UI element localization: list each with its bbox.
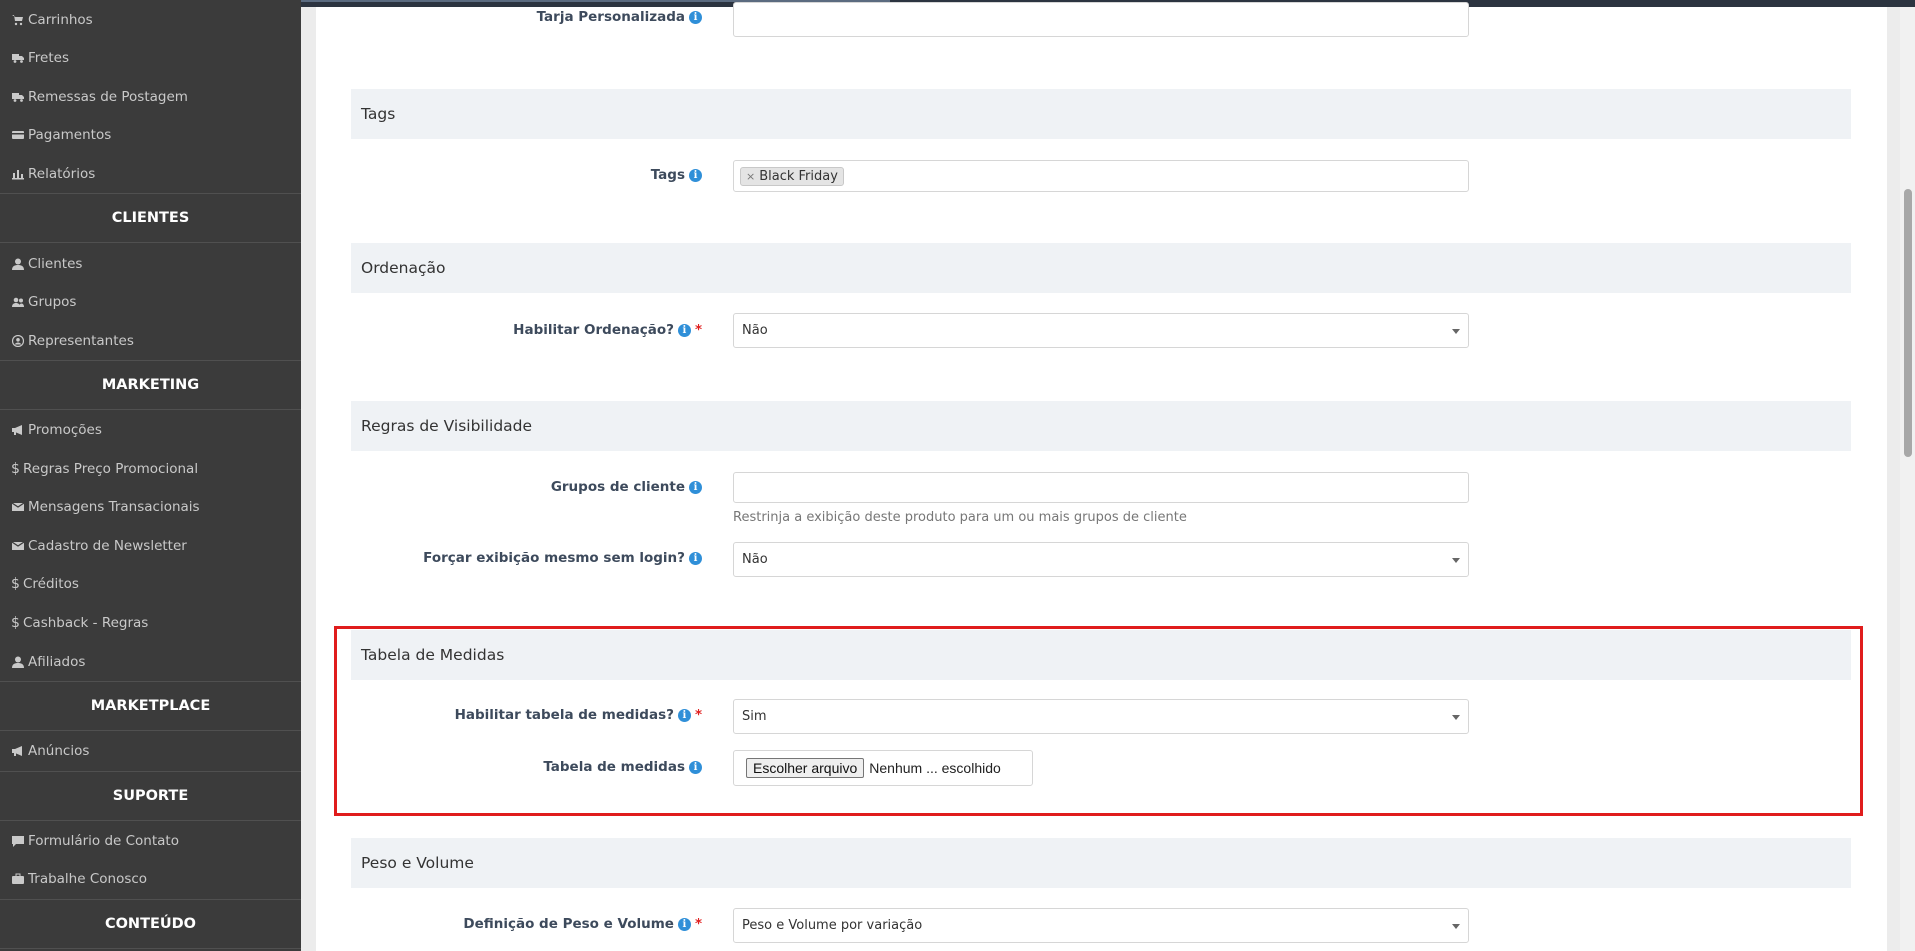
sidebar-item-regras-preco[interactable]: $ Regras Preço Promocional bbox=[0, 450, 301, 488]
sidebar-item-label: Formulário de Contato bbox=[28, 833, 179, 849]
sidebar-item-label: Clientes bbox=[28, 256, 83, 272]
sidebar-item-label: Cadastro de Newsletter bbox=[28, 538, 187, 554]
tag-chip: × Black Friday bbox=[740, 166, 844, 186]
scrollbar-thumb[interactable] bbox=[1904, 189, 1912, 457]
forcar-exibicao-label: Forçar exibição mesmo sem login? i bbox=[282, 550, 702, 566]
dollar-icon: $ bbox=[11, 615, 20, 631]
sidebar-item-label: Regras Preço Promocional bbox=[23, 461, 199, 477]
grupos-cliente-label: Grupos de cliente i bbox=[282, 479, 702, 495]
highlight-box bbox=[334, 626, 1863, 816]
forcar-exibicao-select[interactable]: Não bbox=[733, 542, 1469, 577]
user-icon bbox=[11, 258, 25, 270]
section-peso-volume: Peso e Volume bbox=[351, 838, 1851, 888]
sidebar-item-creditos[interactable]: $ Créditos bbox=[0, 565, 301, 603]
sidebar-item-grupos[interactable]: Grupos bbox=[0, 283, 301, 321]
sidebar-item-label: Promoções bbox=[28, 422, 102, 438]
info-icon[interactable]: i bbox=[689, 169, 702, 182]
sidebar-item-promocoes[interactable]: Promoções bbox=[0, 411, 301, 449]
sidebar-item-afiliados[interactable]: Afiliados bbox=[0, 643, 301, 681]
dollar-icon: $ bbox=[11, 576, 20, 592]
user-circle-icon bbox=[11, 335, 25, 347]
habilitar-ordenacao-label: Habilitar Ordenação? i * bbox=[513, 322, 702, 338]
tags-label: Tags i bbox=[282, 167, 702, 183]
definicao-peso-select[interactable]: Peso e Volume por variação bbox=[733, 908, 1469, 943]
info-icon[interactable]: i bbox=[689, 11, 702, 24]
sidebar-item-clientes[interactable]: Clientes bbox=[0, 245, 301, 283]
sidebar-item-label: Remessas de Postagem bbox=[28, 89, 188, 105]
sidebar-item-remessas[interactable]: Remessas de Postagem bbox=[0, 78, 301, 116]
info-icon[interactable]: i bbox=[689, 552, 702, 565]
definicao-peso-label: Definição de Peso e Volume i * bbox=[463, 916, 702, 932]
sidebar-item-representantes[interactable]: Representantes bbox=[0, 322, 301, 360]
sidebar-header-clientes: CLIENTES bbox=[0, 193, 301, 243]
remove-tag-icon[interactable]: × bbox=[746, 170, 755, 183]
sidebar-item-trabalhe[interactable]: Trabalhe Conosco bbox=[0, 860, 301, 898]
sidebar-item-anuncios[interactable]: Anúncios bbox=[0, 732, 301, 770]
info-icon[interactable]: i bbox=[689, 481, 702, 494]
sidebar-item-formulario[interactable]: Formulário de Contato bbox=[0, 822, 301, 860]
sidebar-item-label: Relatórios bbox=[28, 166, 96, 182]
sidebar-item-cashback[interactable]: $ Cashback - Regras bbox=[0, 604, 301, 642]
sidebar-item-label: Fretes bbox=[28, 50, 69, 66]
sidebar: Carrinhos Fretes Remessas de Postagem Pa… bbox=[0, 0, 301, 951]
habilitar-ordenacao-select[interactable]: Não bbox=[733, 313, 1469, 348]
sidebar-header-marketplace: MARKETPLACE bbox=[0, 681, 301, 731]
envelope-icon bbox=[11, 501, 25, 513]
sidebar-header-marketing: MARKETING bbox=[0, 360, 301, 410]
required-mark: * bbox=[694, 322, 702, 338]
sidebar-item-pagamentos[interactable]: Pagamentos bbox=[0, 116, 301, 154]
user-icon bbox=[11, 656, 25, 668]
chevron-down-icon bbox=[1452, 558, 1460, 563]
sidebar-item-relatorios[interactable]: Relatórios bbox=[0, 155, 301, 193]
section-ordenacao: Ordenação bbox=[351, 243, 1851, 293]
bar-chart-icon bbox=[11, 168, 25, 180]
info-icon[interactable]: i bbox=[677, 324, 691, 337]
credit-card-icon bbox=[11, 129, 25, 141]
sidebar-item-label: Créditos bbox=[23, 576, 79, 592]
tarja-input[interactable] bbox=[733, 2, 1469, 37]
sidebar-header-conteudo: CONTEÚDO bbox=[0, 899, 301, 949]
section-visibilidade: Regras de Visibilidade bbox=[351, 401, 1851, 451]
bullhorn-icon bbox=[11, 745, 25, 757]
sidebar-item-newsletter[interactable]: Cadastro de Newsletter bbox=[0, 527, 301, 565]
sidebar-item-label: Representantes bbox=[28, 333, 134, 349]
sidebar-item-label: Grupos bbox=[28, 294, 77, 310]
truck-icon bbox=[11, 52, 25, 64]
envelope-icon bbox=[11, 540, 25, 552]
sidebar-item-label: Anúncios bbox=[28, 743, 90, 759]
sidebar-item-carrinhos[interactable]: Carrinhos bbox=[0, 1, 301, 39]
tarja-label: Tarja Personalizada i bbox=[282, 9, 702, 25]
tags-input[interactable]: × Black Friday bbox=[733, 160, 1469, 192]
sidebar-item-label: Trabalhe Conosco bbox=[28, 871, 148, 887]
users-icon bbox=[11, 296, 25, 308]
grupos-cliente-input[interactable] bbox=[733, 472, 1469, 503]
section-tags: Tags bbox=[351, 89, 1851, 139]
sidebar-header-suporte: SUPORTE bbox=[0, 771, 301, 821]
grupos-cliente-help: Restrinja a exibição deste produto para … bbox=[733, 510, 1187, 525]
bullhorn-icon bbox=[11, 424, 25, 436]
dollar-icon: $ bbox=[11, 461, 20, 477]
sidebar-item-fretes[interactable]: Fretes bbox=[0, 39, 301, 77]
sidebar-item-label: Mensagens Transacionais bbox=[28, 499, 200, 515]
chevron-down-icon bbox=[1452, 329, 1460, 334]
chevron-down-icon bbox=[1452, 924, 1460, 929]
briefcase-icon bbox=[11, 873, 25, 885]
required-mark: * bbox=[694, 916, 702, 932]
sidebar-item-label: Pagamentos bbox=[28, 127, 112, 143]
sidebar-item-mensagens[interactable]: Mensagens Transacionais bbox=[0, 488, 301, 526]
scrollbar[interactable] bbox=[1900, 7, 1915, 951]
info-icon[interactable]: i bbox=[677, 918, 691, 931]
sidebar-item-label: Afiliados bbox=[28, 654, 86, 670]
sidebar-item-label: Carrinhos bbox=[28, 12, 93, 28]
truck-icon bbox=[11, 91, 25, 103]
cart-icon bbox=[11, 14, 25, 26]
comment-icon bbox=[11, 835, 25, 847]
sidebar-item-label: Cashback - Regras bbox=[23, 615, 149, 631]
